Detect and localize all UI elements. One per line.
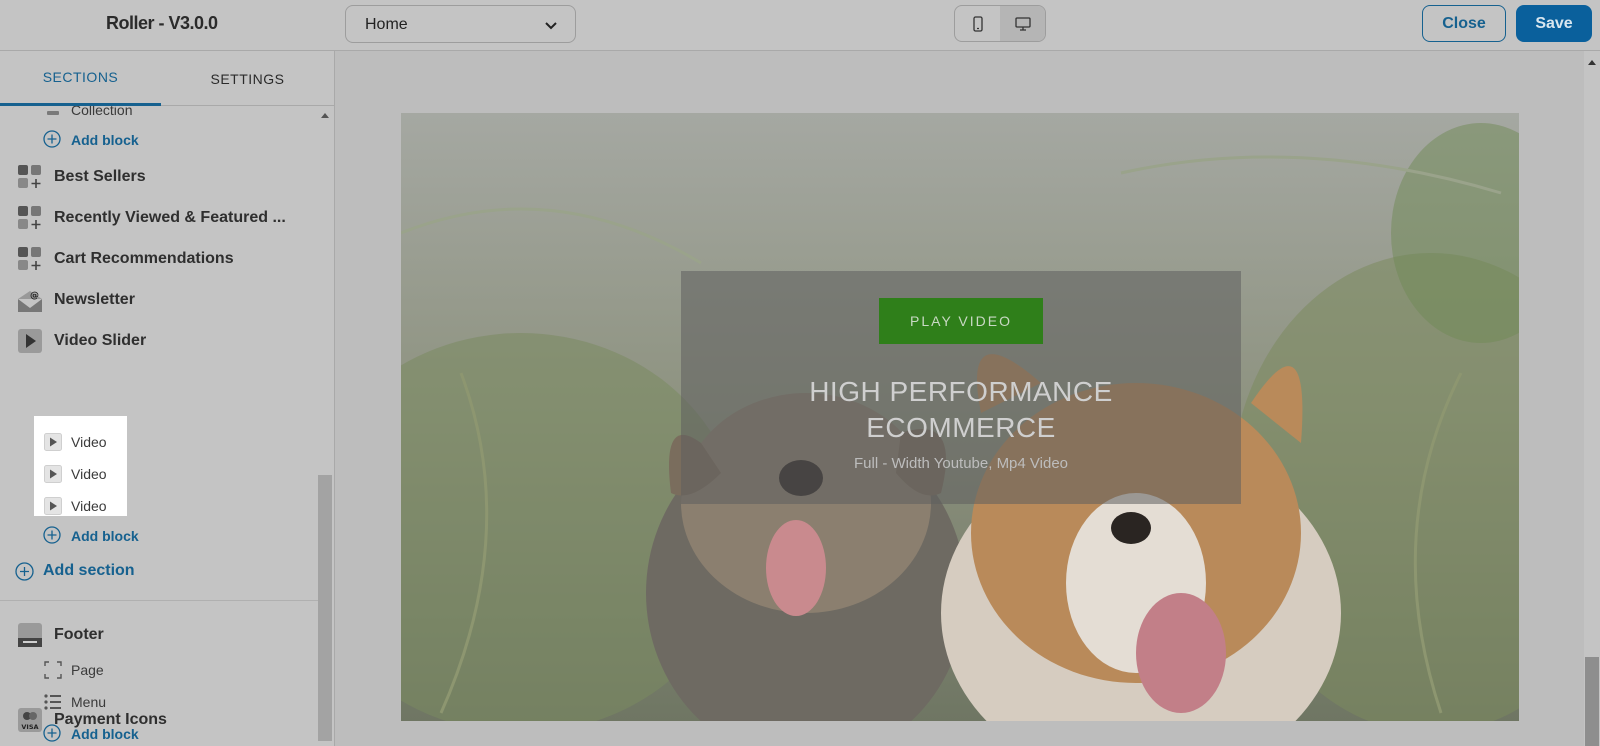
- list-item-page[interactable]: Page: [0, 654, 318, 684]
- collection-icon: [47, 111, 59, 115]
- desktop-view-button[interactable]: [1000, 6, 1045, 41]
- sidebar-item-footer[interactable]: Footer: [0, 616, 318, 652]
- page-select[interactable]: Home: [345, 5, 576, 43]
- add-section-button[interactable]: Add section: [0, 560, 318, 584]
- page-select-value: Home: [365, 16, 408, 33]
- add-block-button[interactable]: Add block: [0, 524, 318, 546]
- play-icon: [44, 465, 62, 483]
- sidebar-item-newsletter[interactable]: @ Newsletter: [0, 281, 318, 317]
- sidebar-item-video-slider[interactable]: Video Slider: [0, 322, 318, 358]
- blocks-icon: [18, 247, 41, 270]
- add-block-button[interactable]: Add block: [0, 128, 318, 150]
- section-label: Best Sellers: [54, 168, 146, 185]
- footer-icon: [18, 623, 42, 647]
- device-toggle: [954, 5, 1046, 42]
- hero-title: HIGH PERFORMANCE ECOMMERCE: [681, 374, 1241, 446]
- list-item-label: Page: [71, 662, 104, 678]
- list-item-video[interactable]: Video: [0, 490, 318, 520]
- list-item[interactable]: Collection: [0, 106, 318, 124]
- section-label: Newsletter: [54, 291, 135, 308]
- svg-text:@: @: [30, 291, 39, 301]
- list-item-label: Video: [71, 466, 107, 482]
- chevron-down-icon: [545, 22, 557, 30]
- sidebar-item-payment-icons[interactable]: VISA Payment Icons: [0, 701, 318, 737]
- hero-title-line1: HIGH PERFORMANCE: [809, 376, 1113, 407]
- close-button[interactable]: Close: [1422, 5, 1506, 42]
- desktop-icon: [1015, 16, 1031, 31]
- hero-subtitle: Full - Width Youtube, Mp4 Video: [853, 455, 1069, 472]
- add-block-label: Add block: [71, 132, 139, 148]
- video-icon: [18, 329, 42, 353]
- mobile-view-button[interactable]: [955, 6, 1001, 41]
- blocks-icon: [18, 165, 41, 188]
- list-item-label: Video: [71, 498, 107, 514]
- preview-scroll-thumb[interactable]: [1585, 657, 1599, 746]
- blocks-icon: [18, 206, 41, 229]
- list-item-label: Collection: [71, 106, 133, 118]
- section-label: Video Slider: [54, 332, 147, 349]
- mobile-icon: [972, 15, 983, 32]
- scroll-up-arrow-icon[interactable]: [1588, 60, 1596, 65]
- hero-title-line2: ECOMMERCE: [866, 412, 1056, 443]
- list-item-video[interactable]: Video: [0, 458, 318, 488]
- sidebar-item-recently-viewed[interactable]: Recently Viewed & Featured ...: [0, 199, 318, 235]
- add-block-label: Add block: [71, 528, 139, 544]
- scroll-up-arrow-icon[interactable]: [321, 113, 329, 118]
- sections-list: Collection Add block Best Sellers Recent…: [0, 106, 318, 746]
- tab-sections[interactable]: SECTIONS: [0, 51, 161, 106]
- preview-pane: PLAY VIDEO HIGH PERFORMANCE ECOMMERCE Fu…: [336, 51, 1584, 746]
- plus-circle-icon: [43, 130, 61, 148]
- list-item-video[interactable]: Video: [0, 426, 318, 456]
- page-icon: [44, 661, 62, 679]
- plus-circle-icon: [43, 526, 61, 544]
- list-item-label: Video: [71, 434, 107, 450]
- play-icon: [44, 433, 62, 451]
- payment-icon: VISA: [18, 708, 42, 732]
- section-label: Recently Viewed & Featured ...: [54, 209, 286, 226]
- play-icon: [44, 497, 62, 515]
- section-label: Cart Recommendations: [54, 250, 234, 267]
- save-button[interactable]: Save: [1516, 5, 1592, 42]
- sidebar-tabs: SECTIONS SETTINGS: [0, 51, 334, 106]
- video-slider-hero: PLAY VIDEO HIGH PERFORMANCE ECOMMERCE Fu…: [401, 113, 1519, 721]
- sidebar-scroll-thumb[interactable]: [318, 475, 332, 741]
- sidebar: SECTIONS SETTINGS Collection Add block B…: [0, 51, 335, 746]
- app-title: Roller - V3.0.0: [106, 13, 218, 33]
- preview-scrollbar[interactable]: [1584, 51, 1600, 746]
- play-video-button[interactable]: PLAY VIDEO: [879, 298, 1043, 344]
- newsletter-icon: @: [18, 291, 42, 312]
- sidebar-item-cart-recommendations[interactable]: Cart Recommendations: [0, 240, 318, 276]
- divider: [0, 600, 318, 601]
- tab-settings[interactable]: SETTINGS: [167, 51, 328, 106]
- sidebar-item-best-sellers[interactable]: Best Sellers: [0, 158, 318, 194]
- top-bar: Roller - V3.0.0 Home Close Save: [0, 0, 1600, 51]
- section-label: Payment Icons: [54, 711, 167, 728]
- hero-caption-box: PLAY VIDEO HIGH PERFORMANCE ECOMMERCE Fu…: [681, 271, 1241, 504]
- plus-circle-icon: [15, 562, 34, 581]
- section-label: Footer: [54, 626, 104, 643]
- visa-badge: VISA: [21, 723, 38, 731]
- add-section-label: Add section: [43, 562, 135, 579]
